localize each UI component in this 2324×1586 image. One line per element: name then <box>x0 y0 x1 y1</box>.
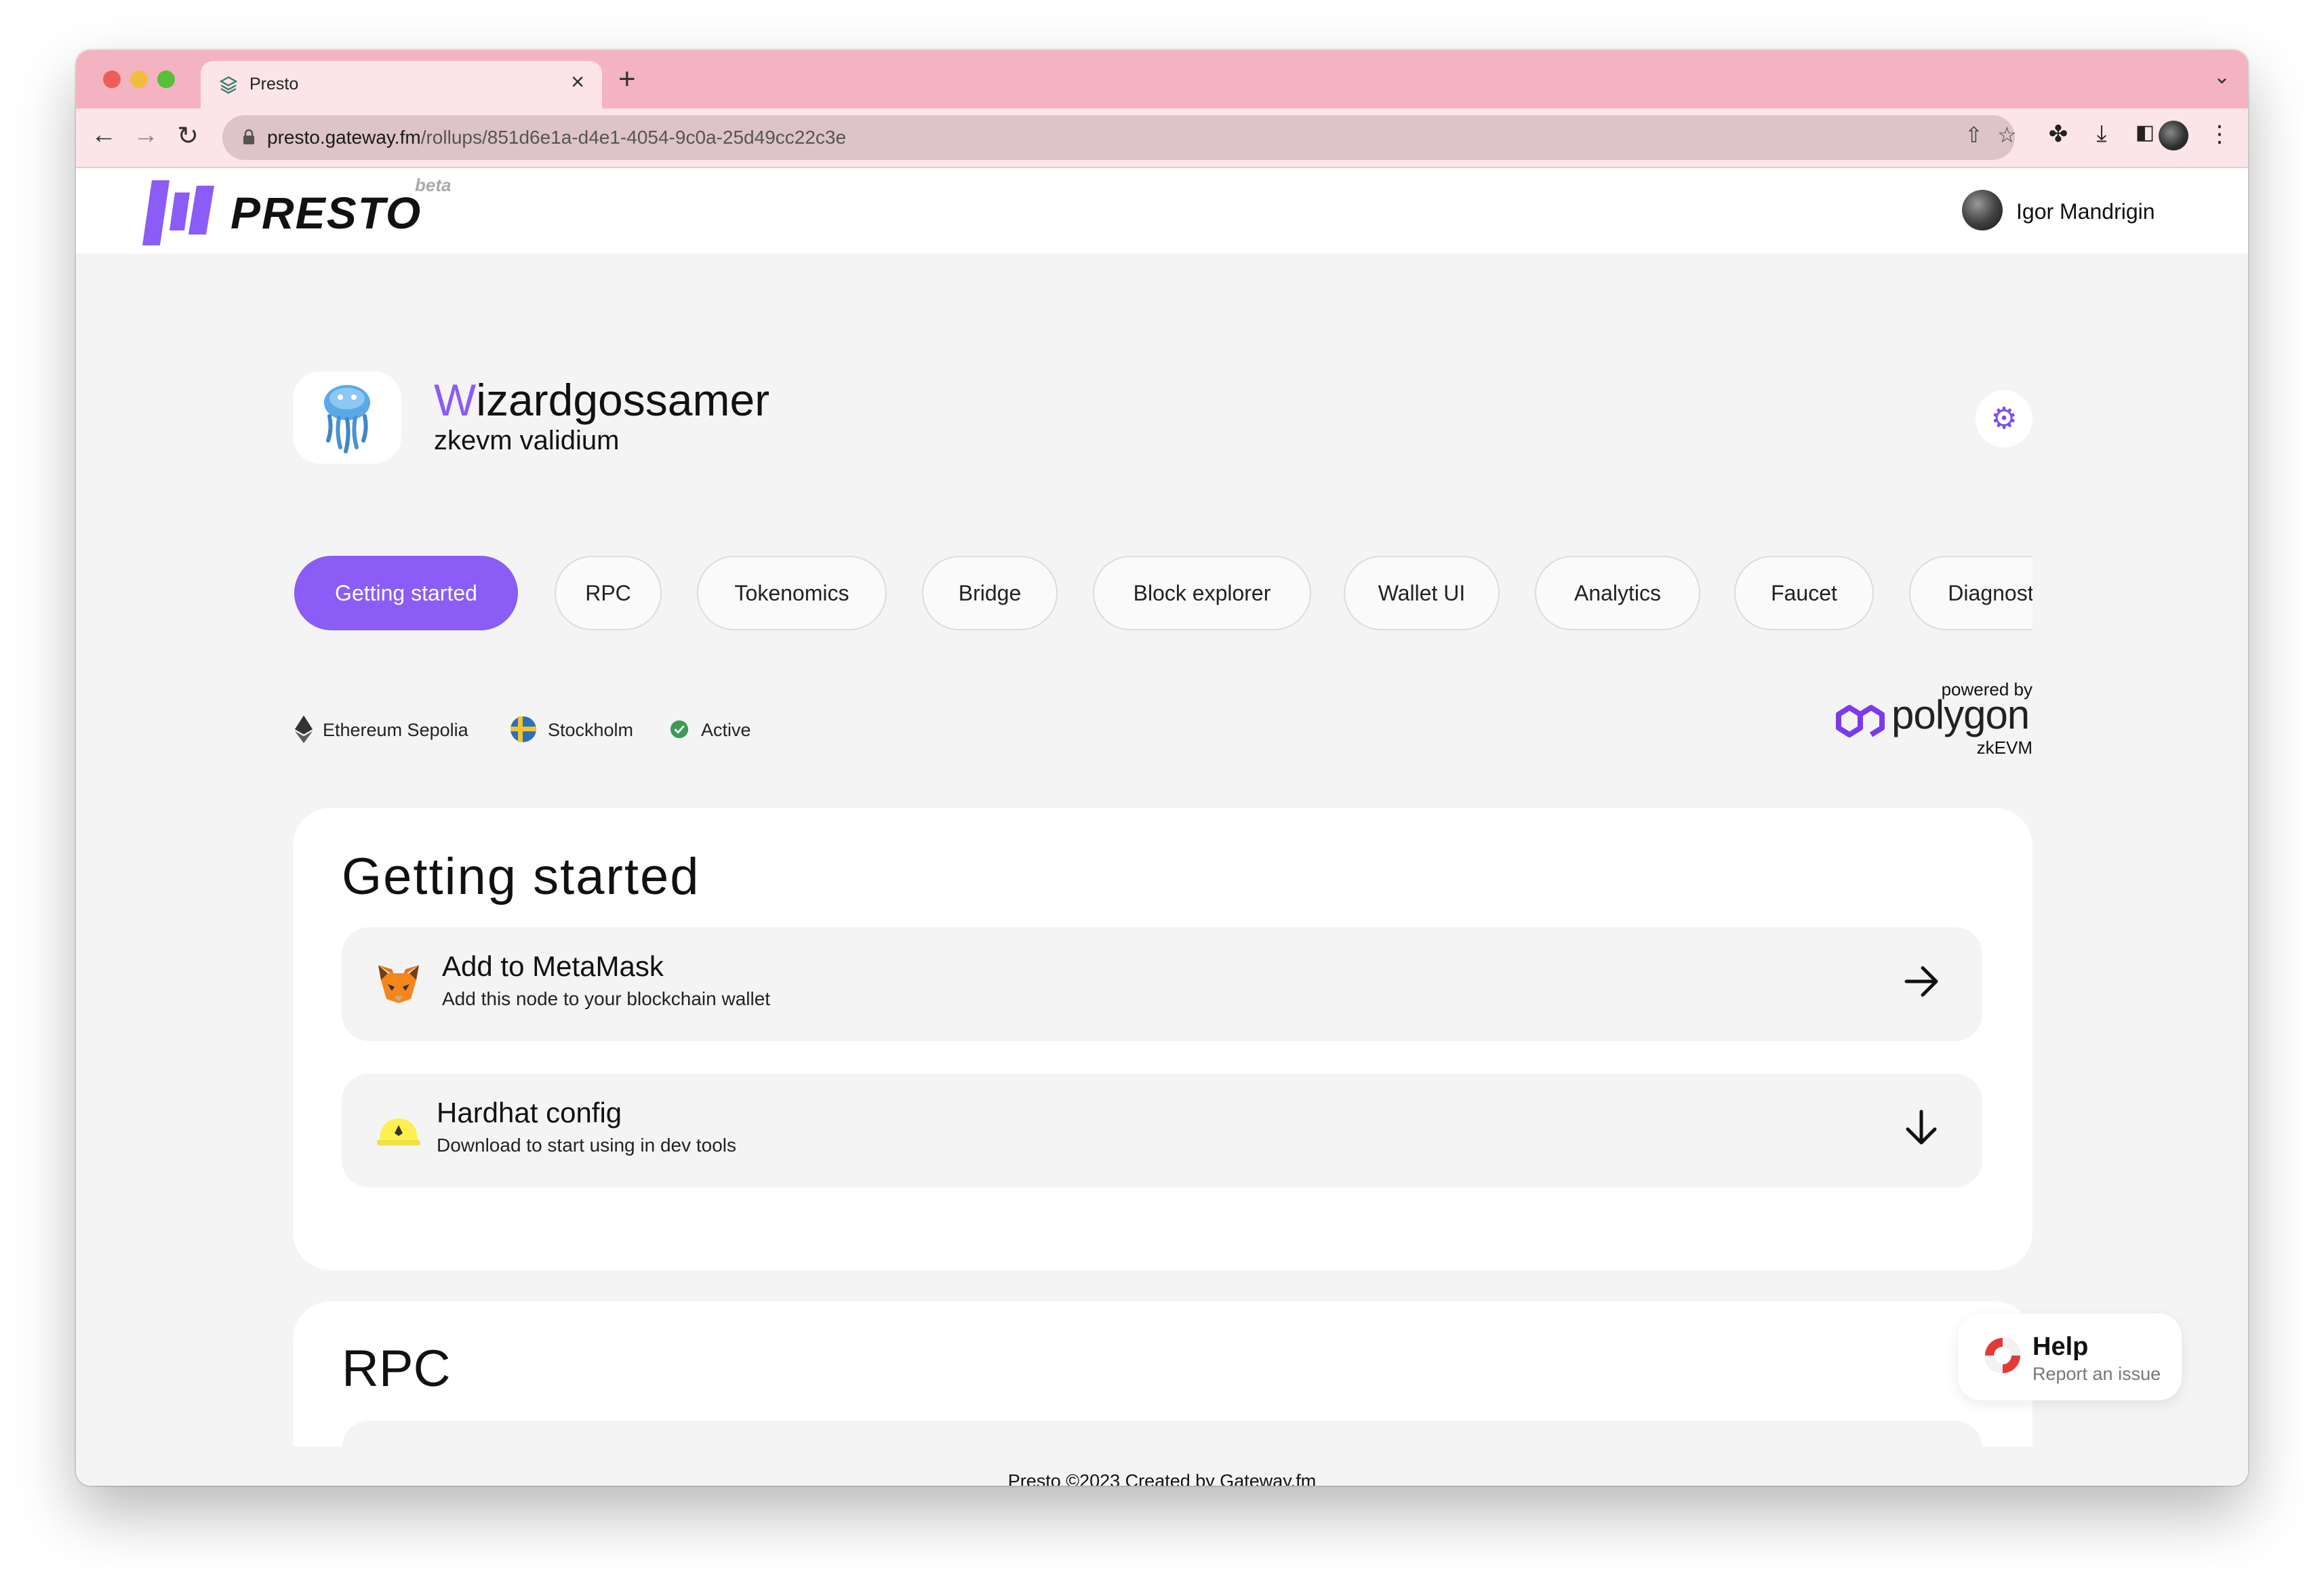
tab-wallet-ui[interactable]: Wallet UI <box>1344 556 1500 630</box>
region-info: Stockholm <box>510 716 645 743</box>
presto-logo-icon[interactable] <box>142 180 218 248</box>
lock-icon <box>243 129 254 144</box>
tab-block-explorer[interactable]: Block explorer <box>1093 556 1311 630</box>
minimize-window-button[interactable] <box>130 70 148 88</box>
status-text: Active <box>701 720 751 740</box>
forward-icon[interactable]: → <box>129 121 163 150</box>
page-content: PRESTO beta Igor Mandrigin Wizardgossame… <box>76 168 2248 1486</box>
help-subtitle: Report an issue <box>2032 1364 2161 1384</box>
getting-started-title: Getting started <box>342 848 700 906</box>
url-text: presto.gateway.fm/rollups/851d6e1a-d4e1-… <box>267 127 846 148</box>
project-name-initial: W <box>434 375 477 425</box>
back-icon[interactable]: ← <box>87 121 121 150</box>
tab-diagnostics[interactable]: Diagnostics <box>1909 556 2032 630</box>
tab-search-chevron-icon[interactable]: ⌄ <box>2213 65 2230 89</box>
tab-analytics[interactable]: Analytics <box>1535 556 1700 630</box>
footer-text: Presto ©2023 Created by Gateway.fm <box>1007 1471 1317 1486</box>
region-name: Stockholm <box>548 720 634 740</box>
bookmark-star-icon[interactable]: ☆ <box>1997 122 2017 148</box>
arrow-down-icon[interactable] <box>1897 1103 1946 1152</box>
polygon-brand: polygon <box>1891 692 2030 737</box>
project-subtitle: zkevm validium <box>434 426 620 455</box>
new-tab-icon[interactable]: + <box>618 62 636 96</box>
url-path: /rollups/851d6e1a-d4e1-4054-9c0a-25d49cc… <box>420 127 847 148</box>
user-name[interactable]: Igor Mandrigin <box>2016 199 2155 224</box>
zkevm-label: zkEVM <box>1976 737 2032 758</box>
profile-avatar[interactable] <box>2159 121 2188 150</box>
logo-text: PRESTO <box>231 188 422 238</box>
tab-bridge[interactable]: Bridge <box>922 556 1058 630</box>
browser-toolbar: ← → ↻ presto.gateway.fm/rollups/851d6e1a… <box>76 108 2248 168</box>
app-header: PRESTO beta Igor Mandrigin <box>76 168 2248 253</box>
hardhat-title: Hardhat config <box>437 1097 622 1128</box>
project-name: Wizardgossamer <box>434 374 769 426</box>
project-avatar <box>293 371 401 464</box>
tab-close-icon[interactable]: × <box>565 69 590 96</box>
help-widget[interactable]: Help Report an issue <box>1958 1314 2182 1400</box>
browser-window: Presto × + ⌄ ← → ↻ presto.gateway.fm/rol… <box>76 50 2248 1486</box>
side-panel-icon[interactable]: ◧ <box>2129 121 2161 144</box>
share-icon[interactable]: ⇧ <box>1965 122 1983 148</box>
url-host: presto.gateway.fm <box>267 127 421 148</box>
tab-strip: Presto × + ⌄ <box>76 50 2248 108</box>
network-name: Ethereum Sepolia <box>323 720 468 740</box>
metamask-description: Add this node to your blockchain wallet <box>442 988 771 1009</box>
rpc-title: RPC <box>342 1340 451 1398</box>
close-window-button[interactable] <box>103 70 121 88</box>
browser-menu-icon[interactable]: ⋮ <box>2203 121 2236 148</box>
extensions-icon[interactable]: ✤ <box>2042 121 2075 148</box>
download-icon[interactable]: ⤓ <box>2085 121 2118 147</box>
project-name-rest: izardgossamer <box>476 375 770 425</box>
tab-tokenomics[interactable]: Tokenomics <box>697 556 887 630</box>
status-info: Active <box>662 716 770 743</box>
network-info: Ethereum Sepolia <box>294 715 498 744</box>
hardhat-config-row[interactable]: Hardhat config Download to start using i… <box>342 1074 1982 1187</box>
add-to-metamask-row[interactable]: Add to MetaMask Add this node to your bl… <box>342 927 1982 1041</box>
tab-title: Presto <box>249 75 299 94</box>
hardhat-icon <box>377 1118 420 1145</box>
polygon-logo-icon <box>1836 705 1885 737</box>
help-title: Help <box>2032 1333 2089 1361</box>
address-bar[interactable]: presto.gateway.fm/rollups/851d6e1a-d4e1-… <box>222 115 2017 160</box>
section-tabs: Getting started RPC Tokenomics Bridge Bl… <box>294 556 2032 633</box>
arrow-right-icon[interactable] <box>1897 957 1946 1006</box>
user-avatar[interactable] <box>1962 190 2003 230</box>
beta-badge: beta <box>415 175 452 195</box>
tab-rpc[interactable]: RPC <box>555 556 662 630</box>
check-circle-icon <box>670 720 689 739</box>
ethereum-icon <box>294 715 313 744</box>
maximize-window-button[interactable] <box>157 70 175 88</box>
settings-gear-icon[interactable]: ⚙ <box>1976 390 2032 447</box>
presto-favicon-icon <box>219 76 238 94</box>
jellyfish-icon <box>324 385 370 453</box>
reload-icon[interactable]: ↻ <box>171 121 205 151</box>
tab-faucet[interactable]: Faucet <box>1734 556 1874 630</box>
tab-getting-started[interactable]: Getting started <box>294 556 518 630</box>
sweden-flag-icon <box>510 716 536 742</box>
metamask-fox-icon <box>378 965 419 1003</box>
metamask-title: Add to MetaMask <box>442 950 664 982</box>
browser-tab[interactable]: Presto × <box>201 61 602 108</box>
lifebuoy-icon <box>1985 1338 2020 1373</box>
getting-started-card: Getting started Add to MetaMask Add this… <box>293 808 2032 1270</box>
hardhat-description: Download to start using in dev tools <box>437 1135 737 1156</box>
